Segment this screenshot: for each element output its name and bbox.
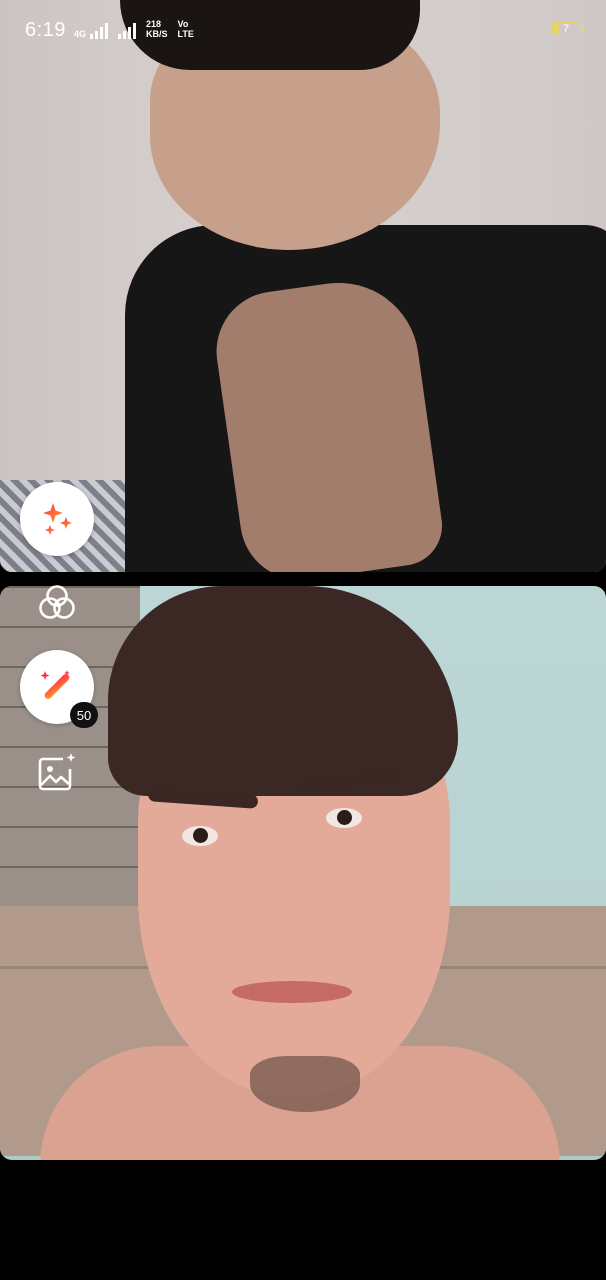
data-rate: 218 KB/S	[146, 19, 168, 39]
effects-button[interactable]	[20, 482, 94, 556]
battery-level: 7	[562, 23, 570, 35]
image-sparkle-icon	[38, 753, 76, 791]
overlapping-circles-icon	[39, 585, 75, 619]
status-time: 6:19	[25, 19, 66, 41]
gallery-button[interactable]	[34, 750, 80, 796]
network-type: 4G	[74, 29, 87, 39]
volte-indicator: Vo LTE	[177, 19, 194, 39]
filters-button[interactable]	[34, 580, 80, 626]
status-bar: 6:19 4G 218 KB/S Vo LTE 7	[0, 0, 606, 62]
beauty-count-badge: 50	[70, 702, 98, 728]
status-icons: 4G 218 KB/S Vo LTE	[74, 19, 194, 39]
data-rate-value: 218	[146, 19, 162, 29]
battery-icon: 7	[552, 22, 584, 36]
sparkles-icon	[43, 503, 72, 535]
magic-wand-icon	[40, 670, 70, 699]
data-rate-unit: KB/S	[146, 29, 168, 39]
signal-strength-icon	[90, 23, 109, 39]
signal-strength-2-icon	[118, 23, 137, 39]
remote-video[interactable]	[0, 0, 606, 572]
